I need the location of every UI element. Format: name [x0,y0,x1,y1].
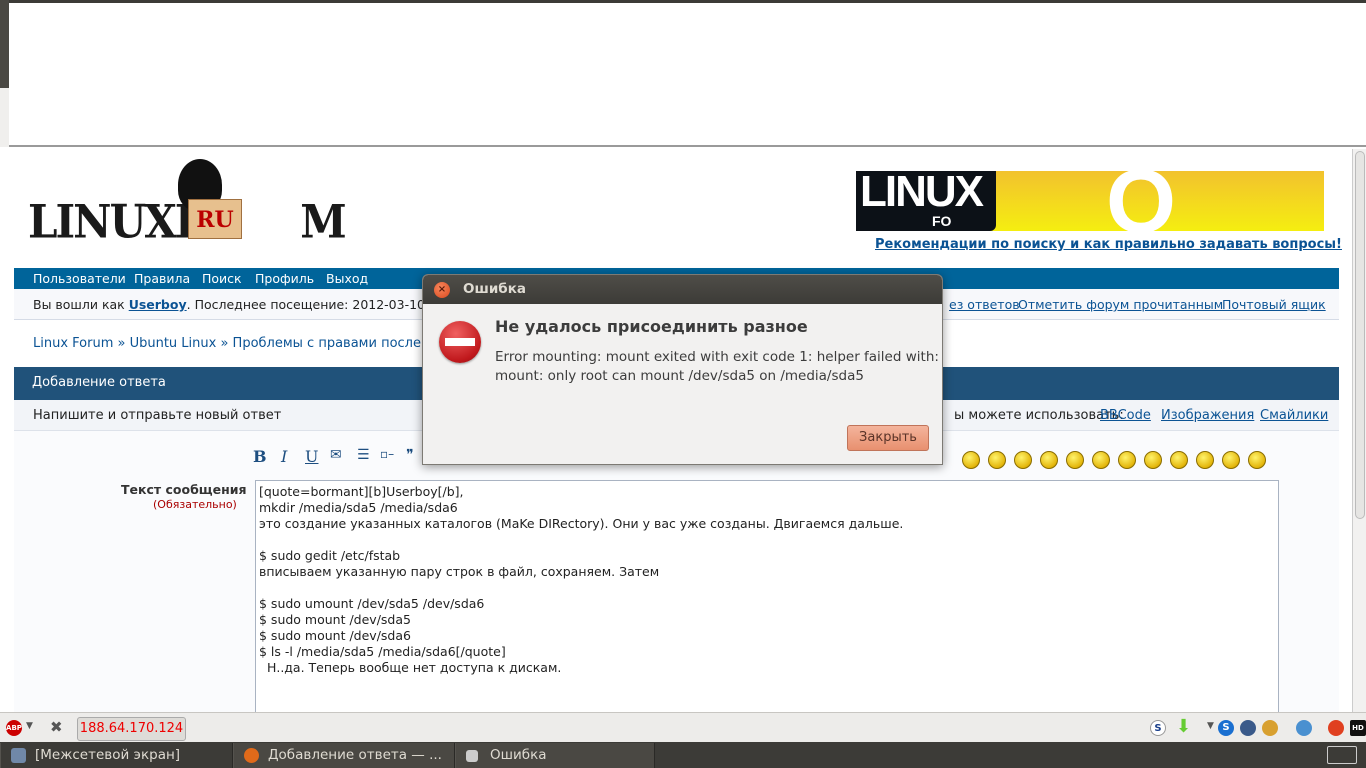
mark-read-link[interactable]: Отметить форум прочитанным [1018,297,1223,312]
textarea-line: $ ls -l /media/sda5 /media/sda6[/quote] [259,644,506,659]
last-visit: . Последнее посещение: 2012-03-10 1 [186,297,437,312]
bbcode-link[interactable]: BBCode [1100,408,1151,423]
textarea-line: $ sudo mount /dev/sda6 [259,628,411,643]
site-logo[interactable]: LINUXFO M RU [28,159,347,248]
smiley-icon[interactable] [1014,451,1032,469]
textarea-line [259,532,1275,548]
textarea-line: вписываем указанную пару строк в файл, с… [259,564,660,579]
list-icon[interactable]: ☰ [357,447,370,463]
smiley-icon[interactable] [962,451,980,469]
smiley-icon[interactable] [1222,451,1240,469]
noscript-icon[interactable] [1328,720,1344,736]
smiley-icon[interactable] [1066,451,1084,469]
sub-header-text: Напишите и отправьте новый ответ [33,408,282,423]
list-item-icon[interactable]: ▫– [380,447,394,461]
section-title: Добавление ответа [32,375,166,390]
search-recommendations-link[interactable]: Рекомендации по поиску и как правильно з… [875,237,1342,252]
breadcrumb[interactable]: Linux Forum » Ubuntu Linux » Проблемы с … [33,336,421,351]
textarea-line: $ sudo gedit /etc/fstab [259,548,401,563]
clock-icon[interactable] [1262,720,1278,736]
globe-icon[interactable] [1240,720,1256,736]
textarea-line: [quote=bormant][b]Userboy[/b], [259,484,464,499]
smiley-icon[interactable] [1170,451,1188,469]
smiley-icon[interactable] [1248,451,1266,469]
adblock-icon[interactable]: ABP [6,720,22,736]
smiley-icon[interactable] [1118,451,1136,469]
close-x-icon[interactable]: ✖ [50,718,63,736]
smiley-icon[interactable] [1196,451,1214,469]
error-stop-icon [439,321,481,363]
dialog-message: Error mounting: mount exited with exit c… [495,349,939,384]
show-desktop-button[interactable] [1327,746,1357,764]
page-scrollbar[interactable] [1352,149,1366,712]
chevron-down-icon[interactable]: ▼ [1207,721,1214,731]
smiley-icon[interactable] [1092,451,1110,469]
required-label: (Обязательно) [153,498,237,511]
bold-button[interactable]: B [253,447,267,466]
nav-logout[interactable]: Выход [326,271,368,286]
browser-chrome [0,0,1366,147]
mailbox-link[interactable]: Почтовый ящик [1222,297,1326,312]
download-icon[interactable]: ⬇ [1176,716,1191,737]
browser-status-bar: ABP ▼ ✖ 188.64.170.124 S ⬇ ▼ S HD [0,712,1366,742]
quote-icon[interactable]: ❞ [406,447,414,463]
nav-rules[interactable]: Правила [134,271,190,286]
email-icon[interactable]: ✉ [330,447,342,463]
close-icon[interactable]: × [434,282,450,298]
unanswered-link[interactable]: ез ответов [949,297,1020,312]
scrollbar-thumb[interactable] [1355,151,1365,519]
images-link[interactable]: Изображения [1161,408,1254,423]
message-textarea[interactable]: [quote=bormant][b]Userboy[/b], mkdir /med… [255,480,1279,712]
nav-search[interactable]: Поиск [202,271,242,286]
network-icon[interactable] [1296,720,1312,736]
linux-format-banner[interactable]: LINUX FO O [856,152,1324,252]
textarea-line: $ sudo umount /dev/sda5 /dev/sda6 [259,596,485,611]
nav-profile[interactable]: Профиль [255,271,314,286]
taskbar-firefox[interactable]: Добавление ответа — ... [233,743,455,768]
smilies-link[interactable]: Смайлики [1260,408,1328,423]
smiley-icon[interactable] [988,451,1006,469]
message-label: Текст сообщения [121,482,247,497]
allowed-label: ы можете использовать: [954,408,1124,423]
textarea-line: это создание указанных каталогов (MaKe D… [259,516,904,531]
ip-address-indicator[interactable]: 188.64.170.124 [77,717,186,741]
smiley-icon[interactable] [1144,451,1162,469]
share-icon[interactable]: S [1218,720,1234,736]
taskbar-firewall[interactable]: [Межсетевой экран] [0,743,233,768]
taskbar: [Межсетевой экран] Добавление ответа — .… [0,742,1366,768]
underline-button[interactable]: U [305,447,318,466]
hd-icon[interactable]: HD [1350,720,1366,736]
dialog-titlebar[interactable]: × Ошибка [423,275,942,304]
italic-button[interactable]: I [281,447,287,466]
error-dialog: × Ошибка Не удалось присоединить разное E… [422,274,943,465]
chevron-down-icon[interactable]: ▼ [26,721,33,731]
smiley-icon[interactable] [1040,451,1058,469]
logged-in-label: Вы вошли как [33,297,129,312]
textarea-line: mkdir /media/sda5 /media/sda6 [259,500,458,515]
textarea-line: $ sudo mount /dev/sda5 [259,612,411,627]
textarea-line [259,580,1275,596]
dialog-heading: Не удалось присоединить разное [495,317,808,336]
username-link[interactable]: Userboy [129,297,187,312]
dialog-title: Ошибка [463,281,526,297]
skype-icon[interactable]: S [1150,720,1166,736]
nav-users[interactable]: Пользователи [33,271,126,286]
taskbar-error-dialog[interactable]: Ошибка [455,743,655,768]
textarea-line: Н..да. Теперь вообще нет доступа к диска… [259,660,562,675]
close-button[interactable]: Закрыть [847,425,929,451]
